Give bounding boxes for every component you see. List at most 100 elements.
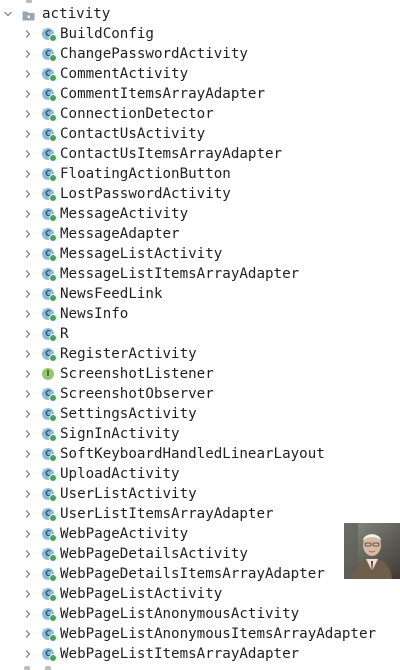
tree-item-label: NewsInfo <box>60 306 129 322</box>
tree-item[interactable]: C ContactUsItemsArrayAdapter <box>0 144 400 164</box>
chevron-right-icon[interactable] <box>23 449 33 459</box>
chevron-right-icon[interactable] <box>23 469 33 479</box>
class-icon: C <box>42 168 57 182</box>
class-icon: C <box>42 408 57 422</box>
tree-item[interactable]: C UserListItemsArrayAdapter <box>0 504 400 524</box>
chevron-right-icon[interactable] <box>23 129 33 139</box>
chevron-right-icon[interactable] <box>23 229 33 239</box>
tree-item[interactable]: C SettingsActivity <box>0 404 400 424</box>
chevron-right-icon[interactable] <box>23 429 33 439</box>
chevron-right-icon[interactable] <box>23 589 33 599</box>
package-folder-icon <box>22 9 35 20</box>
cut-off-icon <box>26 0 32 3</box>
chevron-right-icon[interactable] <box>23 529 33 539</box>
source-root-badge-icon <box>49 74 57 82</box>
chevron-down-icon[interactable] <box>3 9 13 19</box>
tree-item-label: WebPageListAnonymousItemsArrayAdapter <box>60 626 377 642</box>
tree-item[interactable]: C ConnectionDetector <box>0 104 400 124</box>
tree-item[interactable]: C SignInActivity <box>0 424 400 444</box>
tree-item[interactable]: C WebPageListActivity <box>0 584 400 604</box>
chevron-right-icon[interactable] <box>23 609 33 619</box>
source-root-badge-icon <box>49 94 57 102</box>
class-icon: C <box>42 228 57 242</box>
tree-item-label: WebPageDetailsItemsArrayAdapter <box>60 566 325 582</box>
source-root-badge-icon <box>49 394 57 402</box>
tree-item[interactable]: I ScreenshotListener <box>0 364 400 384</box>
tree-item[interactable]: C NewsInfo <box>0 304 400 324</box>
tree-item[interactable]: C ContactUsActivity <box>0 124 400 144</box>
tree-item-label: WebPageActivity <box>60 526 189 542</box>
user-avatar-photo <box>344 523 400 579</box>
class-icon: C <box>42 608 57 622</box>
tree-item[interactable]: C MessageAdapter <box>0 224 400 244</box>
tree-item[interactable]: CR <box>0 324 400 344</box>
chevron-right-icon[interactable] <box>23 209 33 219</box>
chevron-right-icon[interactable] <box>23 89 33 99</box>
folder-node-activity[interactable]: activity <box>0 4 400 24</box>
chevron-right-icon[interactable] <box>23 109 33 119</box>
tree-item[interactable]: C WebPageDetailsItemsArrayAdapter <box>0 564 400 584</box>
tree-item[interactable]: C WebPageDetailsActivity <box>0 544 400 564</box>
class-icon: C <box>42 328 57 342</box>
chevron-right-icon[interactable] <box>23 289 33 299</box>
tree-item[interactable]: C FloatingActionButton <box>0 164 400 184</box>
chevron-right-icon[interactable] <box>23 569 33 579</box>
tree-item-label: MessageAdapter <box>60 226 180 242</box>
chevron-right-icon[interactable] <box>23 269 33 279</box>
tree-item[interactable]: C CommentItemsArrayAdapter <box>0 84 400 104</box>
chevron-right-icon[interactable] <box>23 69 33 79</box>
chevron-right-icon[interactable] <box>23 409 33 419</box>
chevron-right-icon[interactable] <box>23 369 33 379</box>
tree-item[interactable]: C MessageListActivity <box>0 244 400 264</box>
chevron-right-icon[interactable] <box>23 49 33 59</box>
tree-item[interactable]: C SoftKeyboardHandledLinearLayout <box>0 444 400 464</box>
chevron-right-icon[interactable] <box>23 349 33 359</box>
tree-item[interactable]: C WebPageListAnonymousItemsArrayAdapter <box>0 624 400 644</box>
class-icon: C <box>42 288 57 302</box>
tree-item[interactable]: C MessageActivity <box>0 204 400 224</box>
tree-item[interactable]: C WebPageActivity <box>0 524 400 544</box>
source-root-badge-icon <box>49 634 57 642</box>
chevron-right-icon[interactable] <box>23 489 33 499</box>
tree-item[interactable]: C WebPageListItemsArrayAdapter <box>0 644 400 664</box>
class-icon: C <box>42 488 57 502</box>
source-root-badge-icon <box>49 134 57 142</box>
chevron-right-icon[interactable] <box>23 649 33 659</box>
chevron-right-icon[interactable] <box>23 29 33 39</box>
chevron-right-icon[interactable] <box>23 149 33 159</box>
chevron-right-icon[interactable] <box>23 629 33 639</box>
tree-item-label: ScreenshotObserver <box>60 386 214 402</box>
source-root-badge-icon <box>49 254 57 262</box>
tree-item[interactable]: C WebPageListAnonymousActivity <box>0 604 400 624</box>
source-root-badge-icon <box>49 114 57 122</box>
tree-item-label: ConnectionDetector <box>60 106 214 122</box>
tree-item[interactable]: C ChangePasswordActivity <box>0 44 400 64</box>
chevron-right-icon[interactable] <box>23 389 33 399</box>
tree-item[interactable]: C NewsFeedLink <box>0 284 400 304</box>
tree-item[interactable]: C UploadActivity <box>0 464 400 484</box>
tree-item[interactable]: C MessageListItemsArrayAdapter <box>0 264 400 284</box>
class-icon: C <box>42 628 57 642</box>
source-root-badge-icon <box>49 214 57 222</box>
tree-item[interactable]: C LostPasswordActivity <box>0 184 400 204</box>
chevron-right-icon[interactable] <box>23 309 33 319</box>
tree-item-label: ChangePasswordActivity <box>60 46 248 62</box>
chevron-right-icon[interactable] <box>23 249 33 259</box>
tree-item-label: WebPageDetailsActivity <box>60 546 248 562</box>
tree-item[interactable]: C BuildConfig <box>0 24 400 44</box>
tree-item[interactable]: C ScreenshotObserver <box>0 384 400 404</box>
class-icon: C <box>42 188 57 202</box>
tree-item-label: SettingsActivity <box>60 406 197 422</box>
chevron-right-icon[interactable] <box>23 169 33 179</box>
tree-item[interactable]: C RegisterActivity <box>0 344 400 364</box>
cut-off-icon <box>45 666 51 670</box>
source-root-badge-icon <box>49 314 57 322</box>
chevron-right-icon[interactable] <box>23 549 33 559</box>
tree-item[interactable]: C CommentActivity <box>0 64 400 84</box>
chevron-right-icon[interactable] <box>23 189 33 199</box>
class-icon: C <box>42 588 57 602</box>
tree-item[interactable]: C UserListActivity <box>0 484 400 504</box>
chevron-right-icon[interactable] <box>23 509 33 519</box>
source-root-badge-icon <box>49 474 57 482</box>
chevron-right-icon[interactable] <box>23 329 33 339</box>
